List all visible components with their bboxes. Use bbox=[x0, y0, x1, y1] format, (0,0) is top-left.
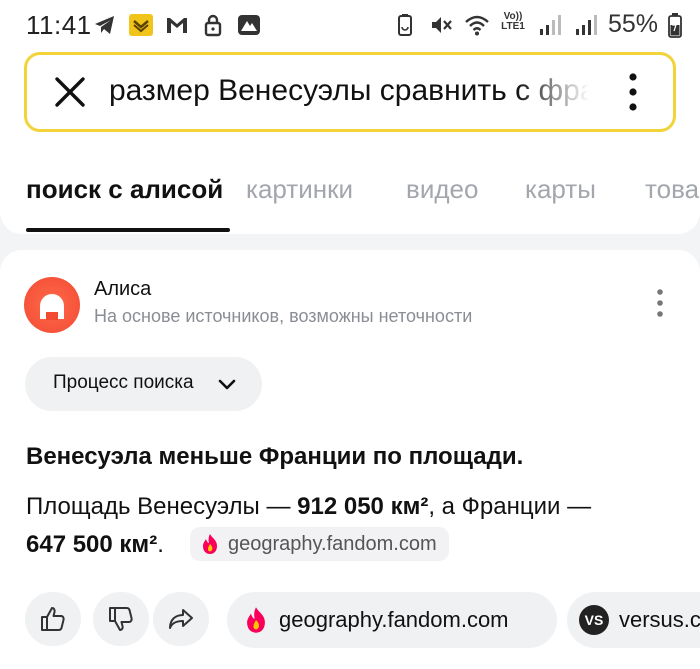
answer-text: , а Франции — bbox=[428, 493, 592, 520]
share-button[interactable] bbox=[153, 592, 209, 646]
coin-app-icon bbox=[128, 12, 154, 38]
answer-text-line-2: 647 500 км². bbox=[26, 531, 164, 559]
vs-icon: VS bbox=[579, 605, 609, 635]
source-pill-versus[interactable]: VS versus.c bbox=[567, 592, 700, 648]
battery-saver-icon bbox=[392, 12, 418, 38]
tab-alice-search[interactable]: поиск с алисой bbox=[26, 174, 223, 205]
wifi-icon bbox=[464, 12, 490, 38]
battery-percent: 55% bbox=[607, 10, 658, 38]
more-vertical-icon[interactable] bbox=[652, 288, 668, 318]
volte-icon: Vo)) LTE1 bbox=[501, 10, 525, 32]
alice-disclaimer: На основе источников, возможны неточност… bbox=[94, 306, 473, 326]
active-tab-indicator bbox=[26, 228, 230, 232]
clock: 11:41 bbox=[26, 10, 92, 40]
thumbs-up-icon bbox=[41, 607, 65, 631]
source-chip[interactable]: geography.fandom.com bbox=[190, 527, 449, 561]
battery-charging-icon bbox=[668, 12, 682, 38]
system-icons: Vo)) LTE1 55% bbox=[392, 10, 682, 39]
source-pill-fandom[interactable]: geography.fandom.com bbox=[227, 592, 557, 648]
tab-products[interactable]: това bbox=[645, 174, 699, 205]
alice-name: Алиса bbox=[94, 278, 152, 300]
search-process-button[interactable]: Процесс поиска bbox=[25, 357, 262, 411]
france-area-value: 647 500 км² bbox=[26, 531, 158, 558]
thumbs-down-icon bbox=[109, 607, 133, 631]
search-input[interactable]: размер Венесуэлы сравнить с франц bbox=[109, 74, 589, 108]
chevron-down-icon bbox=[217, 375, 237, 395]
alice-answer-card: Алиса На основе источников, возможны нет… bbox=[0, 250, 700, 669]
more-vertical-icon[interactable] bbox=[623, 71, 643, 113]
answer-text: Площадь Венесуэлы — bbox=[26, 493, 298, 520]
source-chip-label: geography.fandom.com bbox=[228, 532, 437, 555]
signal-icon bbox=[536, 12, 562, 38]
dislike-button[interactable] bbox=[93, 592, 149, 646]
search-header: размер Венесуэлы сравнить с франц поиск … bbox=[0, 52, 700, 234]
fandom-icon bbox=[243, 606, 269, 634]
venezuela-area-value: 912 050 км² bbox=[297, 493, 429, 520]
source-pill-label: versus.c bbox=[619, 607, 700, 632]
mountain-app-icon bbox=[236, 12, 262, 38]
like-button[interactable] bbox=[25, 592, 81, 646]
answer-text-line-1: Площадь Венесуэлы — 912 050 км², а Франц… bbox=[26, 493, 591, 521]
share-arrow-icon bbox=[169, 609, 193, 629]
telegram-icon bbox=[92, 12, 118, 38]
search-process-label: Процесс поиска bbox=[53, 372, 194, 393]
close-icon[interactable] bbox=[53, 75, 87, 109]
gmail-icon bbox=[164, 12, 190, 38]
tab-images[interactable]: картинки bbox=[246, 174, 353, 205]
tab-maps[interactable]: карты bbox=[525, 174, 596, 205]
alice-logo-icon bbox=[24, 277, 80, 333]
signal-icon bbox=[572, 12, 598, 38]
answer-heading: Венесуэла меньше Франции по площади. bbox=[26, 443, 524, 470]
answer-text: . bbox=[157, 531, 164, 558]
fandom-icon bbox=[200, 533, 220, 555]
lock-icon bbox=[200, 12, 226, 38]
search-tabs: поиск с алисой картинки видео карты това bbox=[0, 156, 700, 234]
source-pill-label: geography.fandom.com bbox=[279, 607, 509, 632]
status-bar: 11:41 Vo)) LTE1 55% bbox=[0, 0, 700, 52]
mute-icon bbox=[428, 12, 454, 38]
search-bar[interactable]: размер Венесуэлы сравнить с франц bbox=[24, 52, 676, 132]
tab-video[interactable]: видео bbox=[406, 174, 478, 205]
notification-icons bbox=[92, 12, 262, 38]
